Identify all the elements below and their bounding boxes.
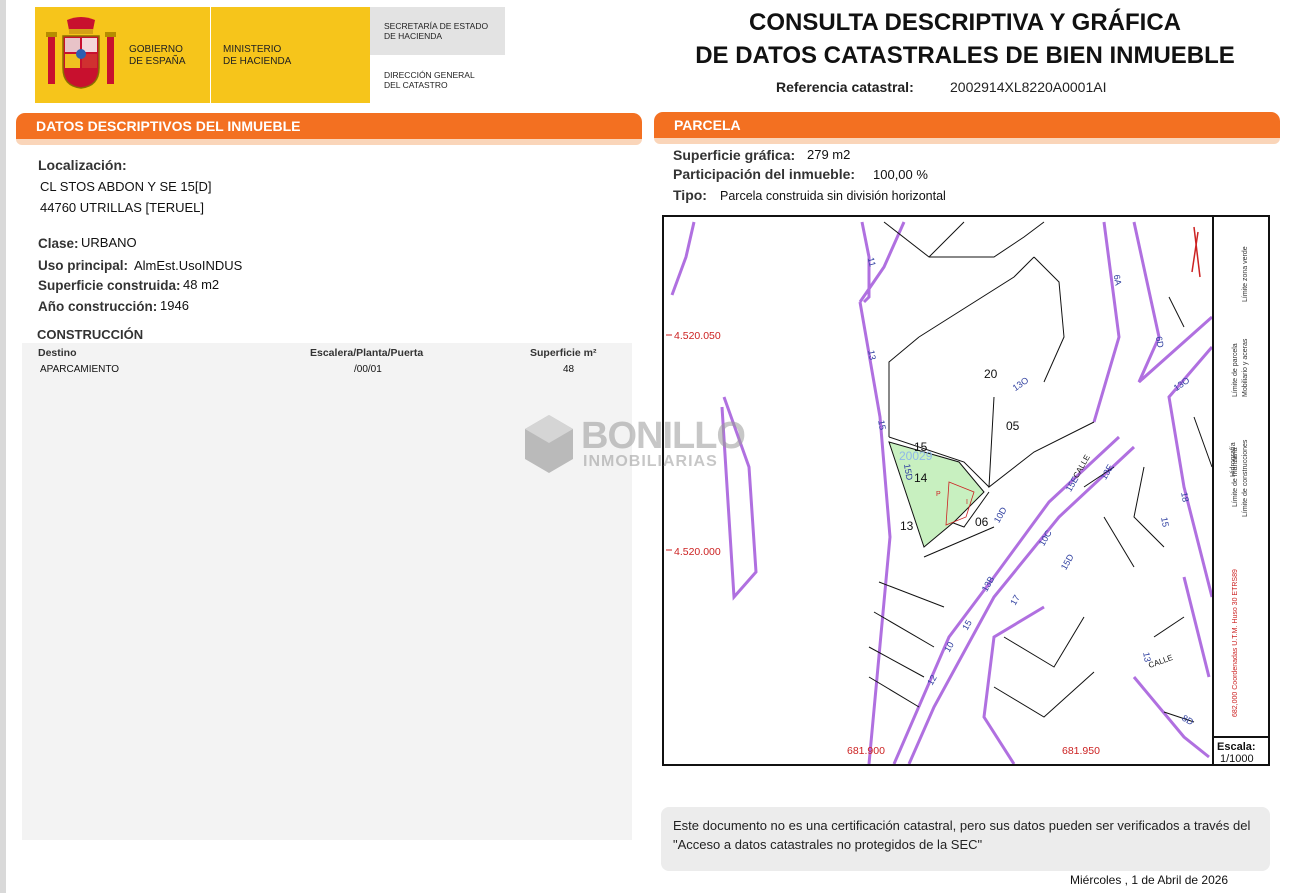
- ministerio-label: MINISTERIO DE HACIENDA: [223, 44, 292, 67]
- logo-divider: [210, 7, 211, 103]
- coord-x-left: 681.900: [847, 745, 885, 757]
- localizacion-label: Localización:: [38, 157, 127, 173]
- disclaimer-note: Este documento no es una certificación c…: [661, 807, 1270, 871]
- tipo-value: Parcela construida sin división horizont…: [720, 189, 946, 203]
- map-number: 6A: [1111, 273, 1124, 287]
- superficie-construida-label: Superficie construida:: [38, 278, 181, 293]
- map-drawing: [666, 221, 1214, 764]
- uso-principal-label: Uso principal:: [38, 258, 129, 273]
- document-date: Miércoles , 1 de Abril de 2026: [1070, 873, 1229, 887]
- coord-x-right: 681.950: [1062, 745, 1100, 757]
- scale-separator: [1214, 736, 1268, 738]
- participacion-label: Participación del inmueble:: [673, 166, 856, 182]
- scale-label: Escala:: [1217, 741, 1256, 753]
- ref-catastral-label: Referencia catastral:: [776, 79, 914, 95]
- map-number: 15: [914, 440, 928, 454]
- table-cell-escalera: /00/01: [354, 364, 382, 375]
- left-edge-bar: [0, 0, 6, 893]
- address-line-1: CL STOS ABDON Y SE 15[D]: [40, 179, 212, 194]
- uso-principal-value: AlmEst.UsoINDUS: [134, 258, 243, 273]
- secretaria-label: SECRETARÍA DE ESTADO DE HACIENDA: [384, 21, 489, 41]
- table-header-superficie: Superficie m²: [530, 347, 597, 359]
- legend-parcela: Límite de parcela: [1232, 343, 1239, 397]
- cadastral-map: 4.520.050 4.520.000 681.900 681.950 2002…: [662, 215, 1270, 766]
- legend-coordenadas: 682,000 Coordenadas U.T.M. Huso 30 ETRS8…: [1232, 569, 1239, 717]
- map-number: 14: [914, 471, 928, 485]
- map-number: 18: [1179, 491, 1191, 503]
- map-number: 6D: [1153, 335, 1166, 349]
- legend-mobiliario: Mobiliario y aceras: [1242, 338, 1249, 397]
- clase-value: URBANO: [81, 235, 137, 250]
- scale-value: 1/1000: [1220, 753, 1254, 765]
- map-number: 06: [975, 515, 989, 529]
- clase-label: Clase:: [38, 236, 79, 251]
- superficie-grafica-label: Superficie gráfica:: [673, 147, 796, 163]
- map-number: 13: [900, 519, 914, 533]
- tab-datos-descriptivos: DATOS DESCRIPTIVOS DEL INMUEBLE: [16, 113, 642, 139]
- map-mark-p: P: [936, 491, 941, 498]
- tab-shadow-parcela: [654, 138, 1280, 144]
- tab-parcela: PARCELA: [654, 112, 1280, 138]
- map-number: 13: [866, 349, 878, 361]
- title-line-1: CONSULTA DESCRIPTIVA Y GRÁFICA: [748, 9, 1182, 36]
- document-title: CONSULTA DESCRIPTIVA Y GRÁFICA DE DATOS …: [660, 6, 1270, 72]
- superficie-grafica-value: 279 m2: [807, 147, 851, 162]
- tab-shadow: [16, 139, 642, 145]
- tipo-label: Tipo:: [673, 187, 707, 203]
- legend-zona-verde: Límite zona verde: [1242, 246, 1249, 302]
- construccion-heading: CONSTRUCCIÓN: [37, 327, 144, 342]
- gobierno-label: GOBIERNO DE ESPAÑA: [129, 44, 186, 67]
- anio-construccion-label: Año construcción:: [38, 299, 158, 314]
- map-number: 15: [876, 419, 888, 431]
- table-header-destino: Destino: [38, 347, 77, 359]
- table-cell-superficie: 48: [563, 364, 575, 375]
- legend-manzana: Límite de manzana: [1232, 447, 1239, 507]
- direccion-label: DIRECCIÓN GENERAL DEL CATASTRO: [384, 70, 475, 90]
- map-number: 05: [1006, 419, 1020, 433]
- coord-y-top: 4.520.050: [674, 330, 721, 342]
- house-logo-icon: [525, 415, 573, 473]
- ref-catastral-value: 2002914XL8220A0001AI: [950, 79, 1107, 95]
- coord-y-bottom: 4.520.000: [674, 546, 721, 558]
- legend-construcciones: Límite de construcciones: [1242, 439, 1249, 517]
- map-number: 20: [984, 367, 998, 381]
- watermark-brand: BONILLO: [581, 415, 746, 457]
- map-mark-i: I: [966, 499, 968, 506]
- map-number: 15: [1159, 516, 1171, 528]
- watermark-subtitle: INMOBILIARIAS: [583, 453, 718, 470]
- legend-separator: [1212, 217, 1214, 764]
- table-header-escalera: Escalera/Planta/Puerta: [310, 347, 424, 359]
- address-line-2: 44760 UTRILLAS [TERUEL]: [40, 200, 205, 215]
- title-line-2: DE DATOS CATASTRALES DE BIEN INMUEBLE: [695, 42, 1235, 69]
- coat-of-arms-icon: [46, 17, 116, 89]
- anio-construccion-value: 1946: [160, 298, 189, 313]
- table-cell-destino: APARCAMIENTO: [40, 364, 120, 375]
- superficie-construida-value: 48 m2: [183, 277, 220, 292]
- participacion-value: 100,00 %: [873, 167, 928, 182]
